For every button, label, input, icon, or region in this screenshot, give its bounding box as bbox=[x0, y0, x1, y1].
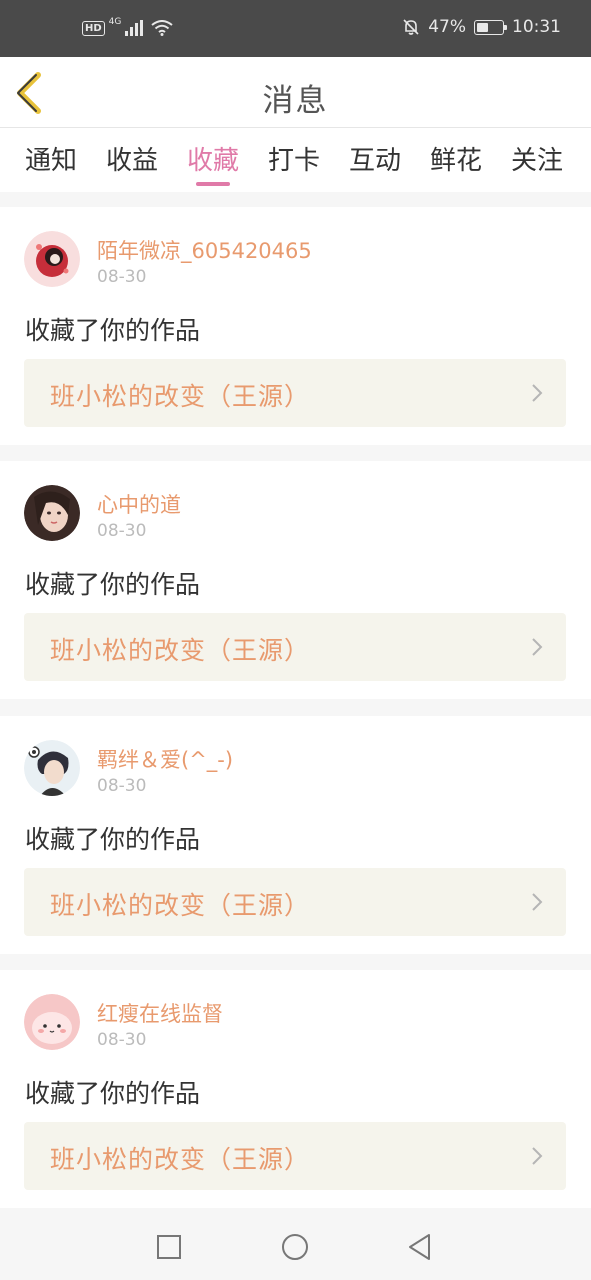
avatar[interactable] bbox=[24, 231, 80, 287]
work-title: 班小松的改变（王源） bbox=[50, 382, 311, 411]
user-name[interactable]: 陌年微凉_605420465 bbox=[97, 235, 312, 265]
tab-bar: 通知 收益 收藏 打卡 互动 鲜花 关注 bbox=[0, 128, 591, 192]
notification-card: 羁绊＆爱(^_-) 08-30 收藏了你的作品 班小松的改变（王源） bbox=[0, 716, 591, 954]
tab-label: 鲜花 bbox=[429, 146, 482, 176]
chevron-right-icon bbox=[532, 384, 543, 402]
back-icon[interactable] bbox=[405, 1232, 435, 1262]
tab-label: 打卡 bbox=[267, 146, 320, 176]
notification-card: 陌年微凉_605420465 08-30 收藏了你的作品 班小松的改变（王源） bbox=[0, 207, 591, 445]
tab-label: 收益 bbox=[105, 146, 158, 176]
recent-apps-icon[interactable] bbox=[154, 1232, 184, 1262]
tab-notification[interactable]: 通知 bbox=[16, 140, 86, 188]
tab-checkin[interactable]: 打卡 bbox=[259, 140, 329, 188]
tab-label: 关注 bbox=[510, 146, 563, 176]
user-name[interactable]: 心中的道 bbox=[97, 489, 181, 519]
tab-interaction[interactable]: 互动 bbox=[340, 140, 410, 188]
date: 08-30 bbox=[97, 1030, 147, 1050]
work-link[interactable]: 班小松的改变（王源） bbox=[24, 868, 566, 936]
work-link[interactable]: 班小松的改变（王源） bbox=[24, 613, 566, 681]
system-nav-bar bbox=[0, 1210, 591, 1280]
tab-flowers[interactable]: 鲜花 bbox=[421, 140, 491, 188]
user-name[interactable]: 羁绊＆爱(^_-) bbox=[97, 744, 233, 774]
active-tab-indicator bbox=[196, 182, 230, 186]
tab-label: 收藏 bbox=[186, 146, 239, 176]
home-icon[interactable] bbox=[280, 1232, 310, 1262]
work-title: 班小松的改变（王源） bbox=[50, 891, 311, 920]
work-link[interactable]: 班小松的改变（王源） bbox=[24, 1122, 566, 1190]
battery-icon bbox=[474, 19, 507, 35]
chevron-right-icon bbox=[532, 1147, 543, 1165]
network-type: 4G bbox=[108, 17, 122, 27]
work-link[interactable]: 班小松的改变（王源） bbox=[24, 359, 566, 427]
tab-earnings[interactable]: 收益 bbox=[97, 140, 167, 188]
avatar[interactable] bbox=[24, 994, 80, 1050]
tab-label: 互动 bbox=[348, 146, 401, 176]
chevron-right-icon bbox=[532, 893, 543, 911]
status-right: 47% 10:31 bbox=[402, 17, 561, 37]
tab-label: 通知 bbox=[24, 146, 77, 176]
title-bar: 消息 bbox=[0, 57, 591, 128]
notification-card: 心中的道 08-30 收藏了你的作品 班小松的改变（王源） bbox=[0, 461, 591, 699]
user-name[interactable]: 红瘦在线监督 bbox=[97, 998, 223, 1028]
avatar[interactable] bbox=[24, 485, 80, 541]
status-bar: HD 4G 47% 10:31 bbox=[0, 0, 591, 57]
action-text: 收藏了你的作品 bbox=[25, 1079, 201, 1108]
page-title: 消息 bbox=[262, 83, 329, 119]
tab-follow[interactable]: 关注 bbox=[502, 140, 572, 188]
tab-favorites[interactable]: 收藏 bbox=[178, 140, 248, 188]
notification-card: 红瘦在线监督 08-30 收藏了你的作品 班小松的改变（王源） bbox=[0, 970, 591, 1208]
action-text: 收藏了你的作品 bbox=[25, 825, 201, 854]
status-left: HD 4G bbox=[82, 17, 173, 36]
work-title: 班小松的改变（王源） bbox=[50, 636, 311, 665]
battery-percent: 47% bbox=[428, 17, 466, 37]
mute-bell-icon bbox=[403, 19, 419, 35]
chevron-right-icon bbox=[532, 638, 543, 656]
screen: HD 4G 47% 10:31 消息 通知 收益 收藏 打卡 互动 鲜花 关注 … bbox=[0, 0, 591, 1280]
date: 08-30 bbox=[97, 776, 147, 796]
date: 08-30 bbox=[97, 267, 147, 287]
clock: 10:31 bbox=[512, 17, 561, 37]
date: 08-30 bbox=[97, 521, 147, 541]
hd-badge: HD bbox=[82, 20, 105, 36]
avatar[interactable] bbox=[24, 740, 80, 796]
action-text: 收藏了你的作品 bbox=[25, 570, 201, 599]
work-title: 班小松的改变（王源） bbox=[50, 1145, 311, 1174]
battery-level bbox=[477, 22, 489, 32]
action-text: 收藏了你的作品 bbox=[25, 316, 201, 345]
wifi-icon bbox=[151, 20, 173, 36]
signal-icon bbox=[125, 20, 144, 36]
